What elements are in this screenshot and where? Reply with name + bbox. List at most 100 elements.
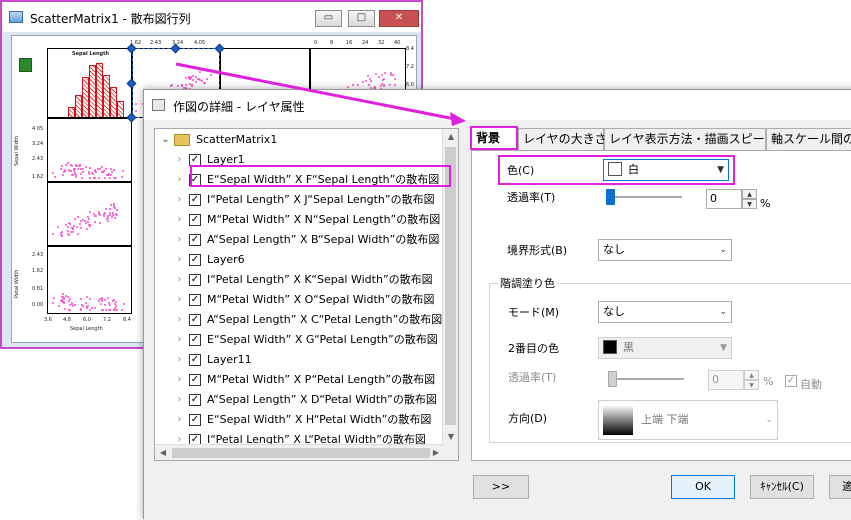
- visibility-checkbox[interactable]: ✓: [189, 394, 201, 406]
- minimize-button[interactable]: ▭: [315, 10, 342, 27]
- transparency2-spinner[interactable]: ▲ ▼: [744, 370, 759, 390]
- expand-chevron-icon[interactable]: ›: [175, 331, 184, 349]
- transparency-spinner[interactable]: ▲ ▼: [742, 189, 757, 209]
- expand-chevron-icon[interactable]: ›: [175, 371, 184, 389]
- scatter-point: [56, 226, 59, 229]
- color-dropdown[interactable]: 白 ▼: [603, 159, 729, 181]
- transparency-input[interactable]: 0: [706, 189, 742, 209]
- tree-item[interactable]: › ✓ Layer6: [175, 251, 445, 269]
- scatter-cell-4-1[interactable]: [47, 246, 132, 314]
- tree-item-label: M“Petal Width” X N“Sepal Length”の散布図: [207, 213, 441, 226]
- visibility-checkbox[interactable]: ✓: [189, 194, 201, 206]
- transparency2-slider-track[interactable]: [610, 378, 684, 380]
- scatter-point: [63, 297, 66, 300]
- tree-item[interactable]: › ✓ I“Petal Length” X K“Sepal Width”の散布図: [175, 271, 445, 289]
- tree-item[interactable]: › ✓ Layer11: [175, 351, 445, 369]
- expand-chevron-icon[interactable]: ›: [175, 291, 184, 309]
- histogram-cell[interactable]: Sepal Length: [47, 48, 132, 118]
- visibility-checkbox[interactable]: ✓: [189, 234, 201, 246]
- scatter-point: [60, 299, 63, 302]
- transparency2-input[interactable]: 0: [708, 370, 744, 390]
- transparency-slider-track[interactable]: [608, 196, 682, 198]
- cancel-button[interactable]: ｷｬﾝｾﾙ(C): [750, 475, 814, 499]
- visibility-checkbox[interactable]: ✓: [189, 374, 201, 386]
- tick-label: 6.0: [83, 317, 91, 323]
- tab-display-speed[interactable]: レイヤ表示方法・描画スピード: [604, 128, 777, 150]
- scatter-point: [114, 300, 117, 303]
- expand-chevron-icon[interactable]: ›: [175, 151, 184, 169]
- layer-tree[interactable]: ⌄ ScatterMatrix1 › ✓ Layer1 › ✓ E“Sepal Width…: [154, 128, 459, 461]
- expand-chevron-icon[interactable]: ›: [175, 171, 184, 189]
- tab-axis-scale[interactable]: 軸スケール間の: [766, 128, 851, 150]
- apply-button[interactable]: 適: [829, 475, 851, 499]
- scroll-thumb[interactable]: [172, 448, 430, 458]
- scatter-point: [365, 80, 368, 83]
- tree-item[interactable]: › ✓ M“Petal Width” X P“Petal Length”の散布図: [175, 371, 445, 389]
- dialog-title-bar[interactable]: 作図の詳細 - レイヤ属性: [144, 90, 851, 120]
- maximize-button[interactable]: □: [348, 10, 375, 27]
- border-style-dropdown[interactable]: なし ⌄: [598, 239, 732, 261]
- scroll-down-icon[interactable]: ▼: [443, 429, 458, 445]
- auto-checkbox[interactable]: ✓: [785, 375, 797, 387]
- scatter-point: [106, 220, 109, 223]
- visibility-checkbox[interactable]: ✓: [189, 334, 201, 346]
- tree-item[interactable]: › ✓ M“Petal Width” X O“Sepal Width”の散布図: [175, 291, 445, 309]
- expand-chevron-icon[interactable]: ›: [175, 351, 184, 369]
- tree-item[interactable]: › ✓ A“Sepal Length” X C“Petal Length”の散布図: [175, 311, 445, 329]
- scatter-cell-3-1[interactable]: [47, 182, 132, 246]
- expand-chevron-icon[interactable]: ›: [175, 251, 184, 269]
- scroll-up-icon[interactable]: ▲: [443, 129, 458, 145]
- lock-icon[interactable]: [19, 58, 32, 72]
- scroll-thumb[interactable]: [445, 147, 456, 425]
- second-color-dropdown[interactable]: 黒 ▼: [598, 337, 732, 359]
- transparency-slider-thumb[interactable]: [606, 189, 615, 205]
- mode-dropdown[interactable]: なし ⌄: [598, 301, 732, 323]
- tree-root[interactable]: ⌄ ScatterMatrix1: [159, 131, 439, 149]
- scatter-cell-2-1[interactable]: [47, 118, 132, 182]
- tree-item[interactable]: › ✓ E“Sepal Width” X G“Petal Length”の散布図: [175, 331, 445, 349]
- visibility-checkbox[interactable]: ✓: [189, 254, 201, 266]
- visibility-checkbox[interactable]: ✓: [189, 414, 201, 426]
- tree-item[interactable]: › ✓ A“Sepal Length” X D“Petal Width”の散布図: [175, 391, 445, 409]
- direction-dropdown[interactable]: 上端 下端 ⌄: [598, 400, 778, 440]
- scroll-right-icon[interactable]: ▶: [428, 445, 444, 460]
- scatter-point: [369, 79, 372, 82]
- scatter-point: [116, 208, 119, 211]
- visibility-checkbox[interactable]: ✓: [189, 294, 201, 306]
- expand-chevron-icon[interactable]: ›: [175, 231, 184, 249]
- tree-horizontal-scrollbar[interactable]: ◀ ▶: [155, 444, 444, 460]
- close-button[interactable]: ✕: [379, 10, 419, 27]
- tree-item[interactable]: › ✓ E“Sepal Width” X F“Sepal Length”の散布図: [175, 171, 445, 189]
- visibility-checkbox[interactable]: ✓: [189, 214, 201, 226]
- visibility-checkbox[interactable]: ✓: [189, 314, 201, 326]
- visibility-checkbox[interactable]: ✓: [189, 154, 201, 166]
- expand-chevron-icon[interactable]: ›: [175, 311, 184, 329]
- scatter-point: [380, 74, 383, 77]
- transparency2-slider-thumb[interactable]: [608, 371, 617, 387]
- tick-label: 0.00: [32, 302, 44, 308]
- expand-chevron-icon[interactable]: ›: [175, 271, 184, 289]
- tree-vertical-scrollbar[interactable]: ▲ ▼: [442, 129, 458, 460]
- visibility-checkbox[interactable]: ✓: [189, 274, 201, 286]
- expand-chevron-icon[interactable]: ›: [175, 211, 184, 229]
- tree-item[interactable]: › ✓ Layer1: [175, 151, 445, 169]
- ok-button[interactable]: OK: [671, 475, 735, 499]
- visibility-checkbox[interactable]: ✓: [189, 354, 201, 366]
- expand-chevron-icon[interactable]: ›: [175, 411, 184, 429]
- tree-item[interactable]: › ✓ A“Sepal Length” X B“Sepal Width”の散布図: [175, 231, 445, 249]
- tree-item[interactable]: › ✓ M“Petal Width” X N“Sepal Length”の散布図: [175, 211, 445, 229]
- tab-background[interactable]: 背景: [470, 126, 518, 150]
- collapse-chevron-icon[interactable]: ⌄: [161, 131, 170, 149]
- scroll-left-icon[interactable]: ◀: [155, 445, 171, 460]
- expand-button[interactable]: >>: [473, 475, 529, 499]
- tree-item[interactable]: › ✓ E“Sepal Width” X H“Petal Width”の散布図: [175, 411, 445, 429]
- tree-item-label: Layer11: [207, 353, 252, 366]
- expand-chevron-icon[interactable]: ›: [175, 391, 184, 409]
- tab-layer-size[interactable]: レイヤの大きさ: [518, 128, 607, 150]
- visibility-checkbox[interactable]: ✓: [189, 174, 201, 186]
- expand-chevron-icon[interactable]: ›: [175, 191, 184, 209]
- chevron-down-icon: ▼: [720, 343, 727, 353]
- plot-details-dialog[interactable]: 作図の詳細 - レイヤ属性 ⌄ ScatterMatrix1 › ✓ Layer1 ›…: [143, 89, 851, 520]
- window-title-bar[interactable]: ScatterMatrix1 - 散布図行列 ▭ □ ✕: [2, 2, 421, 32]
- tree-item[interactable]: › ✓ I“Petal Length” X J“Sepal Length”の散布図: [175, 191, 445, 209]
